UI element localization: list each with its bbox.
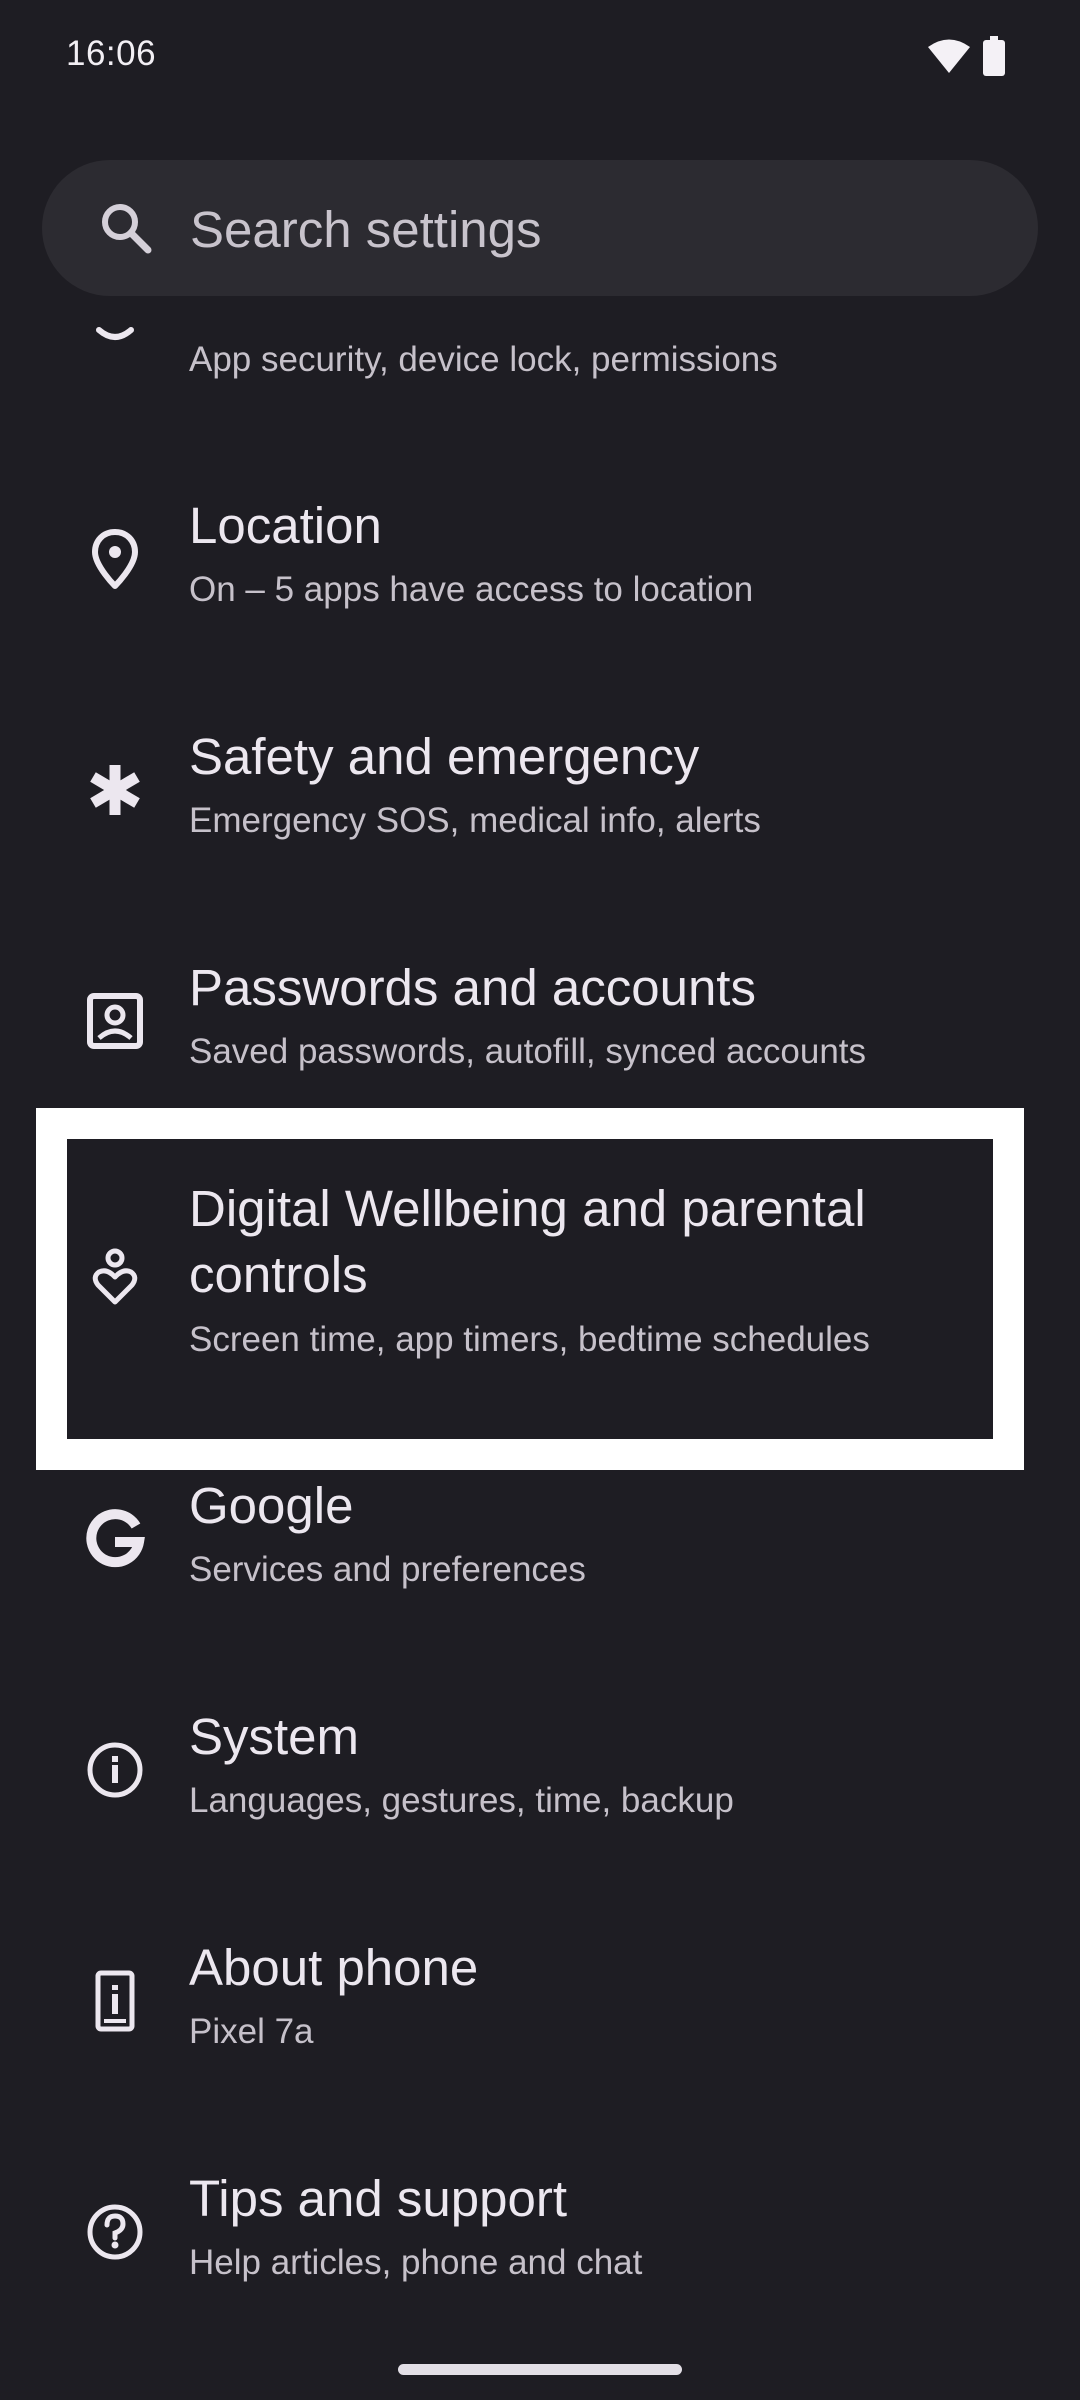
help-icon	[87, 2204, 143, 2260]
settings-item-title: About phone	[189, 1939, 479, 1996]
settings-item-location[interactable]: Location On – 5 apps have access to loca…	[0, 480, 1080, 680]
settings-item-subtitle: App security, device lock, permissions	[189, 340, 778, 379]
settings-item-subtitle: Help articles, phone and chat	[189, 2243, 643, 2282]
settings-item-title: Safety and emergency	[189, 728, 700, 785]
search-bar[interactable]: Search settings	[42, 160, 1038, 296]
settings-item-system[interactable]: System Languages, gestures, time, backup	[0, 1691, 1080, 1891]
settings-item-google[interactable]: Google Services and preferences	[0, 1460, 1080, 1660]
settings-item-about-phone[interactable]: About phone Pixel 7a	[0, 1922, 1080, 2122]
settings-item-safety[interactable]: Safety and emergency Emergency SOS, medi…	[0, 711, 1080, 911]
location-pin-icon	[92, 529, 138, 589]
settings-item-title: Google	[189, 1477, 354, 1534]
battery-icon	[983, 36, 1005, 76]
settings-item-subtitle: Saved passwords, autofill, synced accoun…	[189, 1032, 867, 1071]
settings-item-subtitle: Emergency SOS, medical info, alerts	[189, 801, 761, 840]
settings-item-title: Passwords and accounts	[189, 959, 756, 1016]
settings-screen: 16:06 Search settings App security, devi…	[0, 0, 1080, 2400]
highlight-box	[36, 1108, 1024, 1470]
phone-info-icon	[95, 1970, 135, 2032]
settings-item-title: Location	[189, 497, 382, 554]
status-time: 16:06	[66, 34, 157, 73]
shield-icon	[96, 327, 134, 340]
settings-item-security[interactable]: App security, device lock, permissions	[0, 300, 1080, 420]
settings-item-title: System	[189, 1708, 360, 1765]
account-box-icon	[87, 993, 143, 1049]
search-placeholder: Search settings	[190, 201, 542, 258]
settings-item-subtitle: Languages, gestures, time, backup	[189, 1781, 734, 1820]
info-icon	[87, 1742, 143, 1798]
settings-item-tips-support[interactable]: Tips and support Help articles, phone an…	[0, 2153, 1080, 2353]
settings-item-subtitle: On – 5 apps have access to location	[189, 570, 754, 609]
status-bar: 16:06	[0, 0, 1080, 116]
google-g-icon	[86, 1509, 145, 1568]
settings-item-subtitle: Services and preferences	[189, 1550, 586, 1589]
settings-item-subtitle: Pixel 7a	[189, 2012, 314, 2051]
wifi-icon	[928, 39, 970, 73]
settings-item-title: Tips and support	[189, 2170, 567, 2227]
search-icon	[102, 204, 152, 254]
asterisk-icon	[90, 765, 140, 815]
home-gesture-bar[interactable]	[398, 2364, 682, 2375]
